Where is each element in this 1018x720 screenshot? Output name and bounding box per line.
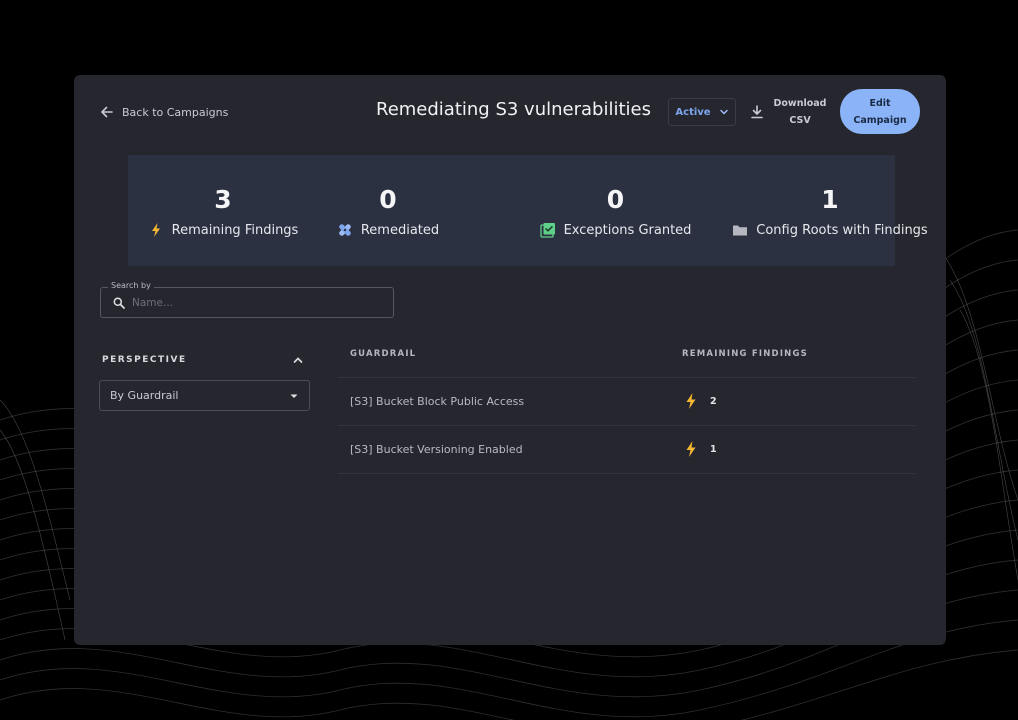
arrow-left-icon bbox=[101, 106, 113, 118]
stat-exceptions-granted: 0 Exceptions Granted bbox=[528, 185, 703, 238]
checklist-icon bbox=[539, 223, 555, 238]
remaining-findings-cell: 1 bbox=[684, 440, 717, 458]
download-csv-button[interactable]: Download CSV bbox=[750, 95, 830, 129]
remaining-findings-cell: 2 bbox=[684, 392, 717, 410]
perspective-dropdown[interactable]: By Guardrail bbox=[99, 380, 310, 411]
stat-label: Remaining Findings bbox=[171, 222, 299, 238]
stat-label: Config Roots with Findings bbox=[756, 222, 928, 238]
campaign-window: Back to Campaigns Remediating S3 vulnera… bbox=[74, 75, 946, 645]
status-selected-value: Active bbox=[675, 106, 711, 118]
stat-value: 3 bbox=[214, 185, 232, 214]
back-link-label: Back to Campaigns bbox=[122, 105, 229, 119]
remaining-findings-count: 2 bbox=[710, 395, 717, 407]
download-csv-label: Download CSV bbox=[773, 98, 827, 126]
folder-icon bbox=[733, 225, 748, 236]
edit-campaign-button[interactable]: Edit Campaign bbox=[840, 89, 920, 134]
bandage-icon bbox=[339, 224, 351, 236]
perspective-selected-value: By Guardrail bbox=[110, 389, 179, 402]
search-icon bbox=[113, 297, 125, 309]
back-to-campaigns-link[interactable]: Back to Campaigns bbox=[100, 103, 228, 121]
stat-label: Remediated bbox=[360, 222, 440, 238]
page-title: Remediating S3 vulnerabilities bbox=[376, 99, 651, 120]
stats-panel: 3 Remaining Findings 0 Remediated 0 Exce… bbox=[128, 155, 928, 266]
caret-down-icon bbox=[290, 394, 298, 398]
stat-config-roots: 1 Config Roots with Findings bbox=[726, 185, 934, 238]
column-header-guardrail[interactable]: GUARDRAIL bbox=[350, 349, 416, 359]
lightning-bolt-icon bbox=[686, 441, 696, 457]
column-header-remaining-findings[interactable]: REMAINING FINDINGS bbox=[682, 349, 808, 359]
stat-value: 0 bbox=[379, 185, 397, 214]
search-field: Search by bbox=[100, 281, 394, 318]
lightning-bolt-icon bbox=[151, 223, 160, 237]
remaining-findings-count: 1 bbox=[710, 443, 717, 455]
table-row[interactable]: [S3] Bucket Versioning Enabled 1 bbox=[338, 426, 916, 474]
guardrail-table: GUARDRAIL REMAINING FINDINGS [S3] Bucket… bbox=[338, 341, 916, 474]
stat-remaining-findings: 3 Remaining Findings bbox=[148, 185, 298, 238]
chevron-down-icon bbox=[719, 109, 728, 115]
guardrail-name: [S3] Bucket Versioning Enabled bbox=[350, 443, 523, 456]
chevron-up-icon bbox=[293, 357, 303, 363]
guardrail-name: [S3] Bucket Block Public Access bbox=[350, 395, 525, 408]
perspective-title: PERSPECTIVE bbox=[102, 355, 187, 365]
table-row[interactable]: [S3] Bucket Block Public Access 2 bbox=[338, 378, 916, 426]
lightning-bolt-icon bbox=[686, 393, 696, 409]
stat-value: 1 bbox=[821, 185, 839, 214]
status-dropdown[interactable]: Active bbox=[668, 98, 736, 126]
download-icon bbox=[751, 105, 763, 119]
perspective-section-toggle[interactable]: PERSPECTIVE bbox=[102, 352, 304, 368]
search-box bbox=[100, 287, 394, 318]
stat-remediated: 0 Remediated bbox=[328, 185, 448, 238]
stat-label: Exceptions Granted bbox=[563, 222, 692, 238]
stat-value: 0 bbox=[606, 185, 625, 214]
search-input[interactable] bbox=[132, 296, 372, 309]
search-legend: Search by bbox=[108, 281, 154, 291]
table-header: GUARDRAIL REMAINING FINDINGS bbox=[338, 341, 916, 378]
